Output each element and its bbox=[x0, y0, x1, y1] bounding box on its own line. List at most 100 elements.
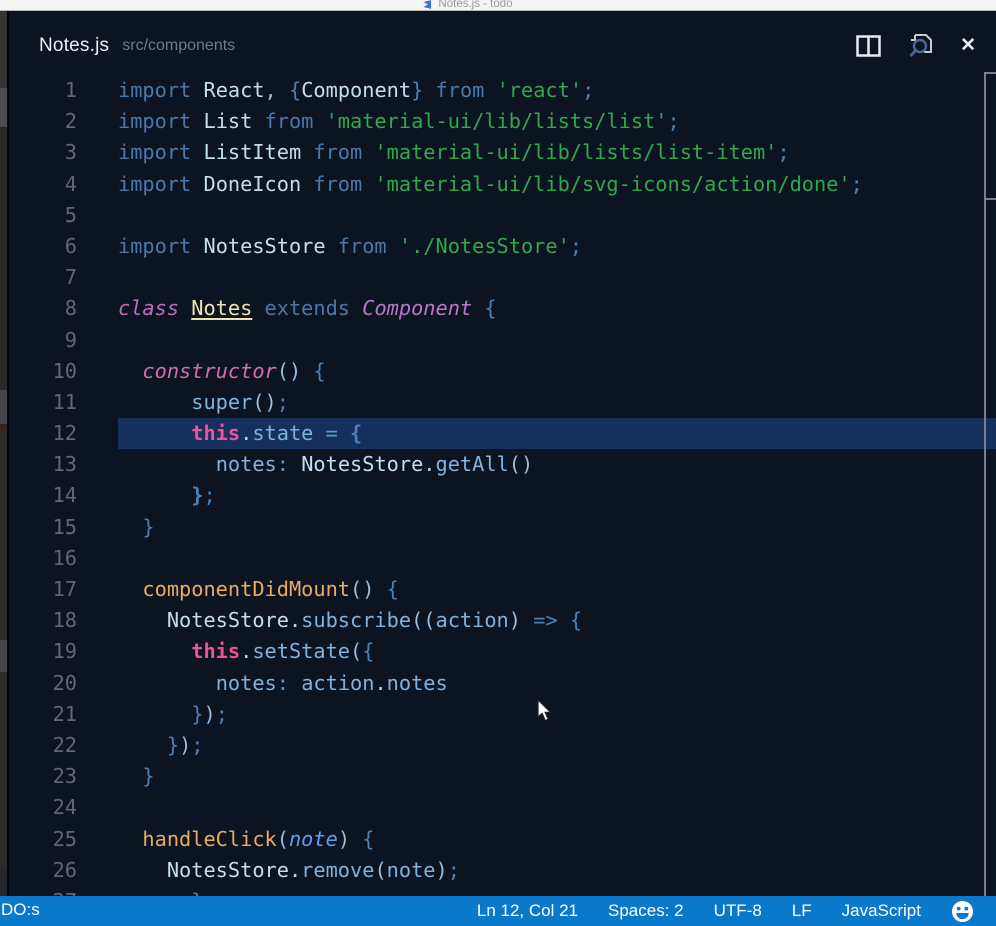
code-token bbox=[118, 452, 216, 476]
smiley-icon[interactable] bbox=[951, 900, 974, 923]
code-line[interactable]: 1import React, {Component} from 'react'; bbox=[9, 75, 996, 106]
split-editor-icon[interactable] bbox=[856, 35, 881, 57]
status-item-indentation[interactable]: Spaces: 2 bbox=[608, 901, 684, 921]
code-line[interactable]: 22 }); bbox=[9, 730, 996, 761]
line-number[interactable]: 26 bbox=[9, 855, 77, 886]
code-line[interactable]: 20 notes: action.notes bbox=[9, 668, 996, 699]
code-token: remove bbox=[301, 858, 374, 882]
line-number[interactable]: 13 bbox=[9, 449, 77, 480]
code-line[interactable]: 16 bbox=[9, 543, 996, 574]
line-number[interactable]: 3 bbox=[9, 137, 77, 168]
line-number[interactable]: 9 bbox=[9, 325, 77, 356]
code-token: action bbox=[301, 671, 374, 695]
code-text: NotesStore.subscribe((action) => { bbox=[118, 605, 996, 636]
code-line[interactable]: 15 } bbox=[9, 512, 996, 543]
line-number[interactable]: 8 bbox=[9, 293, 77, 324]
line-number[interactable]: 5 bbox=[9, 200, 77, 231]
code-line[interactable]: 24 bbox=[9, 792, 996, 823]
close-icon[interactable]: ✕ bbox=[960, 36, 976, 56]
status-item-cursor-position[interactable]: Ln 12, Col 21 bbox=[477, 901, 578, 921]
file-path: src/components bbox=[122, 37, 235, 55]
code-line[interactable]: 23 } bbox=[9, 761, 996, 792]
line-number[interactable]: 19 bbox=[9, 636, 77, 667]
line-number[interactable]: 14 bbox=[9, 480, 77, 511]
code-editor[interactable]: 1import React, {Component} from 'react';… bbox=[9, 75, 996, 896]
code-token: import bbox=[118, 109, 203, 133]
code-token: { bbox=[558, 608, 582, 632]
code-token: React bbox=[203, 78, 264, 102]
code-line[interactable]: 18 NotesStore.subscribe((action) => { bbox=[9, 605, 996, 636]
open-preview-icon[interactable] bbox=[907, 33, 934, 59]
code-line[interactable]: 5 bbox=[9, 200, 996, 231]
gutter-padding bbox=[77, 512, 118, 543]
line-number[interactable]: 24 bbox=[9, 792, 77, 823]
line-number[interactable]: 15 bbox=[9, 512, 77, 543]
code-token: } bbox=[411, 78, 423, 102]
code-token: . bbox=[374, 671, 386, 695]
code-line[interactable]: 6import NotesStore from './NotesStore'; bbox=[9, 231, 996, 262]
code-token: from bbox=[326, 234, 399, 258]
code-line[interactable]: 8class Notes extends Component { bbox=[9, 293, 996, 324]
code-token: ; bbox=[216, 702, 228, 726]
status-item-encoding[interactable]: UTF-8 bbox=[714, 901, 762, 921]
status-item-eol[interactable]: LF bbox=[792, 901, 812, 921]
code-token: from bbox=[423, 78, 496, 102]
status-right-group: Ln 12, Col 21 Spaces: 2 UTF-8 LF JavaScript bbox=[477, 900, 987, 923]
code-token: ; bbox=[851, 172, 863, 196]
code-token: ) bbox=[436, 858, 448, 882]
code-line[interactable]: 12 this.state = { bbox=[9, 418, 996, 449]
code-line[interactable]: 4import DoneIcon from 'material-ui/lib/s… bbox=[9, 169, 996, 200]
line-number[interactable]: 16 bbox=[9, 543, 77, 574]
status-item-language[interactable]: JavaScript bbox=[842, 901, 921, 921]
status-todo-count[interactable]: DO:s bbox=[1, 900, 40, 920]
line-number[interactable]: 6 bbox=[9, 231, 77, 262]
code-token bbox=[118, 577, 142, 601]
gutter-padding bbox=[77, 387, 118, 418]
line-number[interactable]: 21 bbox=[9, 699, 77, 730]
line-number[interactable]: 20 bbox=[9, 668, 77, 699]
line-number[interactable]: 7 bbox=[9, 262, 77, 293]
line-number[interactable]: 10 bbox=[9, 356, 77, 387]
code-line[interactable]: 9 bbox=[9, 325, 996, 356]
code-line[interactable]: 13 notes: NotesStore.getAll() bbox=[9, 449, 996, 480]
code-line[interactable]: 7 bbox=[9, 262, 996, 293]
code-token bbox=[313, 421, 325, 445]
gutter-padding bbox=[77, 730, 118, 761]
code-line[interactable]: 17 componentDidMount() { bbox=[9, 574, 996, 605]
code-text: notes: action.notes bbox=[118, 668, 996, 699]
line-number[interactable]: 25 bbox=[9, 824, 77, 855]
line-number[interactable]: 2 bbox=[9, 106, 77, 137]
code-text: } bbox=[118, 512, 996, 543]
line-number[interactable]: 12 bbox=[9, 418, 77, 449]
code-line[interactable]: 3import ListItem from 'material-ui/lib/l… bbox=[9, 137, 996, 168]
line-number[interactable]: 17 bbox=[9, 574, 77, 605]
code-token: notes bbox=[216, 452, 277, 476]
code-line[interactable]: 25 handleClick(note) { bbox=[9, 824, 996, 855]
line-number[interactable]: 4 bbox=[9, 169, 77, 200]
code-line[interactable]: 11 super(); bbox=[9, 387, 996, 418]
line-number[interactable]: 11 bbox=[9, 387, 77, 418]
code-token bbox=[118, 858, 167, 882]
line-number[interactable]: 27 bbox=[9, 886, 77, 896]
code-token bbox=[118, 764, 142, 788]
code-token: handleClick bbox=[142, 827, 276, 851]
code-line[interactable]: 14 }; bbox=[9, 480, 996, 511]
code-token: ( bbox=[277, 827, 289, 851]
line-number[interactable]: 1 bbox=[9, 75, 77, 106]
code-line[interactable]: 26 NotesStore.remove(note); bbox=[9, 855, 996, 886]
line-number[interactable]: 23 bbox=[9, 761, 77, 792]
code-line[interactable]: 19 this.setState({ bbox=[9, 636, 996, 667]
code-line[interactable]: 10 constructor() { bbox=[9, 356, 996, 387]
code-token bbox=[118, 671, 216, 695]
code-text: } bbox=[118, 886, 996, 896]
code-text: super(); bbox=[118, 387, 996, 418]
code-line[interactable]: 21 }); bbox=[9, 699, 996, 730]
code-line[interactable]: 2import List from 'material-ui/lib/lists… bbox=[9, 106, 996, 137]
code-token bbox=[338, 421, 350, 445]
code-line[interactable]: 27 } bbox=[9, 886, 996, 896]
line-number[interactable]: 22 bbox=[9, 730, 77, 761]
line-number[interactable]: 18 bbox=[9, 605, 77, 636]
code-text: constructor() { bbox=[118, 356, 996, 387]
gutter-padding bbox=[77, 418, 118, 449]
scrollbar-thumb[interactable] bbox=[984, 72, 996, 200]
